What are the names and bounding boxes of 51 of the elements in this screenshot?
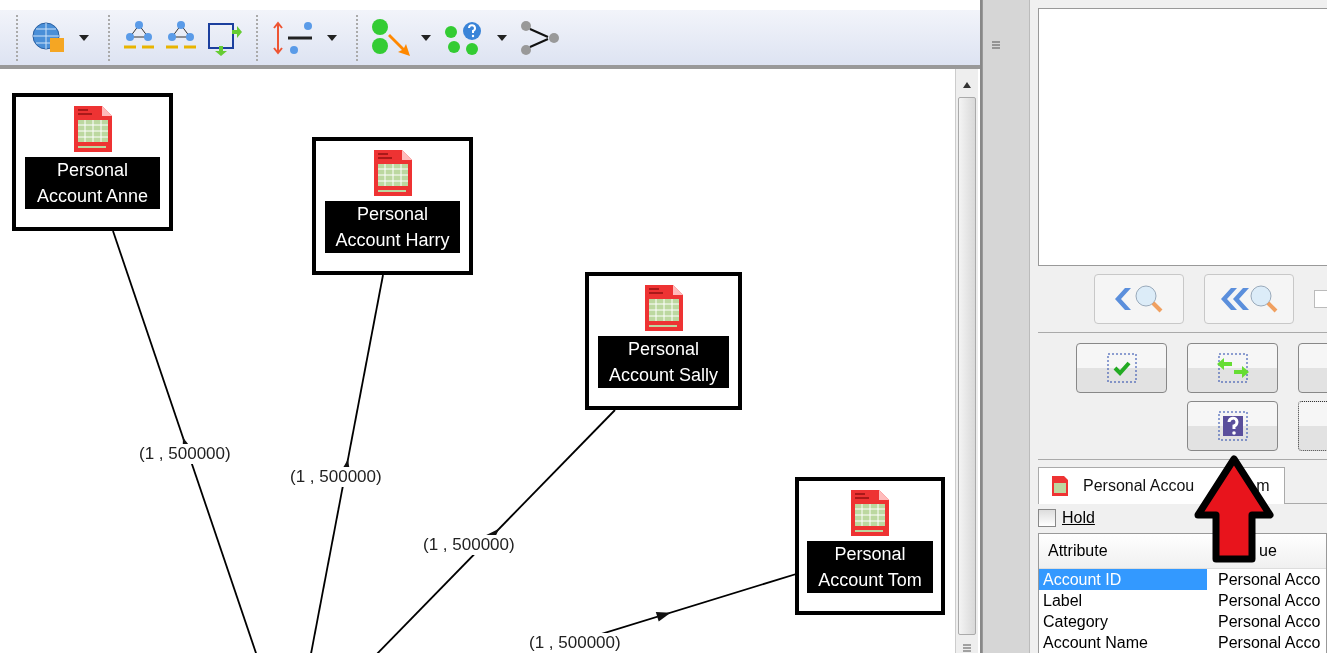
diagram-node[interactable]: Personal Account Anne	[12, 93, 173, 231]
spreadsheet-icon	[372, 149, 413, 197]
tab-label: Personal Accou	[1083, 477, 1195, 495]
diagram-node[interactable]: Personal Account Tom	[795, 477, 945, 615]
diagram-node[interactable]: Personal Account Sally	[585, 272, 742, 410]
spreadsheet-icon	[72, 105, 113, 153]
spreadsheet-icon	[1051, 475, 1069, 497]
splitter[interactable]	[982, 0, 1030, 653]
node-label: Personal Account Harry	[325, 201, 460, 253]
caret-icon[interactable]	[78, 33, 90, 42]
table-cell-text: Personal Acco	[1217, 591, 1321, 610]
edge-label: (1 , 500000)	[288, 467, 384, 487]
swap-arrows-icon	[1215, 353, 1250, 383]
edge-label: (1 , 500000)	[421, 535, 517, 555]
table-cell-text: Personal Acco	[1217, 612, 1321, 631]
table-cell[interactable]: Label	[1039, 590, 1207, 611]
help-icon	[1217, 411, 1248, 441]
nodes-icon[interactable]	[370, 17, 412, 58]
node-label: Personal Account Sally	[598, 336, 729, 388]
merge-icon[interactable]	[520, 19, 560, 56]
caret-icon[interactable]	[496, 33, 508, 42]
tab-label: m	[1256, 477, 1270, 495]
node-label: Personal Account Tom	[807, 541, 933, 593]
grip-icon	[962, 643, 972, 653]
diagram-node[interactable]: Personal Account Harry	[312, 137, 473, 275]
column-header[interactable]: ue	[1259, 542, 1277, 560]
vertical-scrollbar[interactable]	[955, 69, 978, 653]
caret-icon[interactable]	[420, 33, 432, 42]
edge-label: (1 , 500000)	[527, 633, 623, 653]
node-label: Personal Account Anne	[25, 157, 160, 209]
table-cell-text: Personal Acco	[1217, 570, 1321, 589]
swap-button[interactable]	[1187, 343, 1278, 393]
table-cell[interactable]: Category	[1039, 611, 1207, 632]
caret-icon[interactable]	[326, 33, 338, 42]
table-cell-text: Personal Acco	[1217, 633, 1321, 652]
spreadsheet-icon	[850, 489, 890, 537]
column-header[interactable]: Attribute	[1039, 542, 1207, 560]
checkmark-icon	[1106, 353, 1137, 383]
hold-checkbox[interactable]	[1038, 509, 1056, 527]
spreadsheet-icon	[643, 284, 684, 332]
checkbox[interactable]	[1314, 290, 1327, 308]
table-cell[interactable]: Account Name	[1039, 632, 1207, 653]
confirm-button[interactable]	[1076, 343, 1167, 393]
grip-icon[interactable]	[991, 40, 1001, 50]
hold-label: Hold	[1062, 509, 1095, 527]
scroll-up-icon[interactable]	[962, 81, 972, 89]
first-search-button[interactable]	[1204, 274, 1294, 324]
edge-label: (1 , 500000)	[137, 444, 233, 464]
help-button[interactable]	[1187, 401, 1278, 451]
previous-search-button[interactable]	[1094, 274, 1184, 324]
scroll-thumb[interactable]	[958, 97, 976, 635]
